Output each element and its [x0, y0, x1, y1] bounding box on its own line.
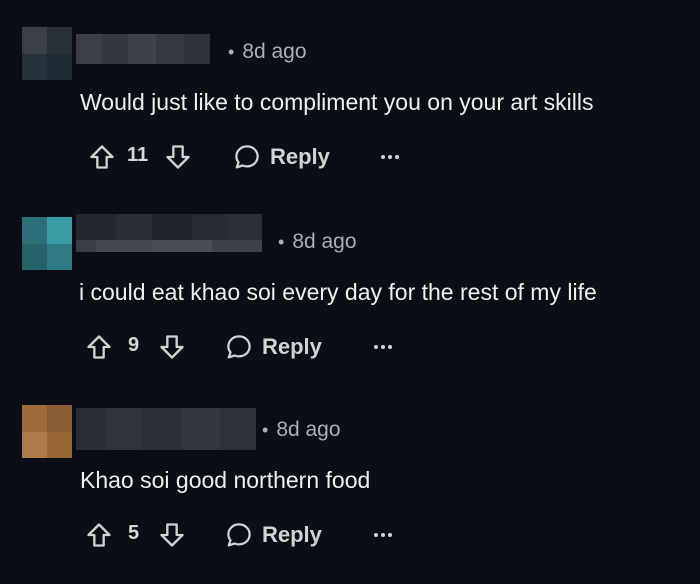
comment-actions: 9 Reply [0, 330, 700, 364]
comment-text: i could eat khao soi every day for the r… [79, 279, 597, 305]
avatar[interactable] [22, 405, 72, 458]
separator-dot: • [262, 420, 269, 440]
comment-bubble-icon [224, 520, 254, 550]
separator-dot: • [228, 42, 235, 62]
comment-meta: • 8d ago [228, 40, 307, 64]
downvote-icon[interactable] [158, 333, 186, 361]
username-blurred-sub [76, 240, 262, 252]
ellipsis-icon[interactable] [370, 334, 396, 360]
ellipsis-icon[interactable] [377, 144, 403, 170]
reply-button[interactable]: Reply [224, 518, 322, 552]
comment-meta: • 8d ago [278, 230, 357, 254]
comment-time: 8d ago [242, 40, 307, 63]
username-blurred[interactable] [76, 34, 210, 64]
comment-time: 8d ago [292, 230, 357, 253]
downvote-icon[interactable] [164, 143, 192, 171]
comment-text: Khao soi good northern food [80, 467, 371, 493]
vote-count: 5 [128, 522, 140, 544]
separator-dot: • [278, 232, 285, 252]
comment-time: 8d ago [276, 418, 341, 441]
avatar[interactable] [22, 27, 72, 80]
comment-bubble-icon [224, 332, 254, 362]
avatar[interactable] [22, 217, 72, 270]
comment-thread: • 8d ago Would just like to compliment yo… [0, 0, 700, 584]
username-blurred[interactable] [76, 408, 256, 450]
ellipsis-icon[interactable] [370, 522, 396, 548]
comment-bubble-icon [232, 142, 262, 172]
upvote-icon[interactable] [85, 521, 113, 549]
vote-count: 9 [128, 334, 140, 356]
comment-text: Would just like to compliment you on you… [80, 89, 594, 115]
vote-count: 11 [127, 144, 149, 166]
comment-actions: 11 Reply [0, 140, 700, 174]
upvote-icon[interactable] [85, 333, 113, 361]
comment-meta: • 8d ago [262, 418, 341, 442]
reply-label: Reply [262, 522, 322, 547]
reply-button[interactable]: Reply [224, 330, 322, 364]
reply-button[interactable]: Reply [232, 140, 330, 174]
upvote-icon[interactable] [88, 143, 116, 171]
reply-label: Reply [270, 144, 330, 169]
reply-label: Reply [262, 334, 322, 359]
downvote-icon[interactable] [158, 521, 186, 549]
comment-actions: 5 Reply [0, 518, 700, 552]
